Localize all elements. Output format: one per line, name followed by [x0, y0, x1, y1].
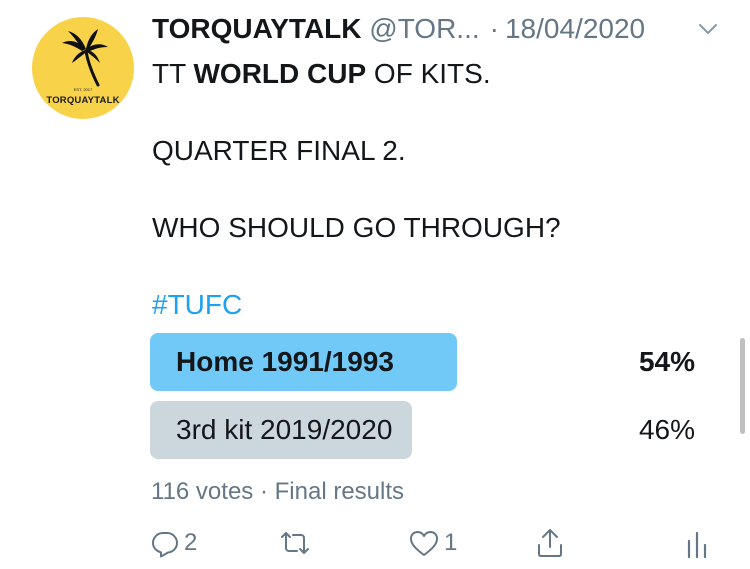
tweet-line-2: QUARTER FINAL 2.	[152, 135, 406, 166]
reply-button[interactable]: 2	[150, 523, 197, 563]
tweet-line-3: WHO SHOULD GO THROUGH?	[152, 212, 561, 243]
retweet-button[interactable]	[278, 523, 316, 563]
poll-votes: 116 votes	[151, 478, 254, 505]
avatar-name-label: TORQUAYTALK	[46, 95, 120, 106]
hashtag-link[interactable]: #TUFC	[152, 286, 561, 325]
tweet-header: TORQUAYTALK @TOR... · 18/04/2020	[152, 12, 645, 46]
poll-option: Home 1991/1993 54%	[150, 333, 695, 391]
analytics-button[interactable]	[685, 523, 709, 563]
tweet-line-1-suffix: OF KITS.	[366, 58, 491, 89]
like-icon	[408, 528, 440, 558]
poll-option: 3rd kit 2019/2020 46%	[150, 401, 695, 459]
poll-meta: 116 votes · Final results	[151, 478, 404, 506]
tweet-line-1: TT WORLD CUP OF KITS.	[152, 55, 561, 94]
reply-icon	[150, 528, 180, 558]
poll-meta-separator: ·	[259, 478, 268, 505]
scrollbar[interactable]	[740, 338, 745, 434]
poll-option-percent: 46%	[638, 414, 695, 445]
tweet-text: TT WORLD CUP OF KITS. QUARTER FINAL 2. W…	[152, 55, 561, 325]
author-handle[interactable]: @TOR...	[369, 13, 479, 44]
like-count: 1	[444, 529, 458, 556]
chevron-down-icon[interactable]	[698, 22, 718, 36]
poll: Home 1991/1993 54% 3rd kit 2019/2020 46%	[150, 333, 695, 469]
like-button[interactable]: 1	[408, 523, 457, 563]
author-name[interactable]: TORQUAYTALK	[152, 13, 362, 44]
retweet-icon	[278, 528, 312, 558]
header-separator: ·	[489, 13, 499, 44]
poll-status: Final results	[274, 478, 405, 505]
avatar[interactable]: EST. 2017 TORQUAYTALK	[32, 17, 134, 119]
share-button[interactable]	[535, 523, 565, 563]
tweet-line-1-bold: WORLD CUP	[193, 58, 367, 89]
reply-count: 2	[184, 529, 198, 556]
poll-option-percent: 54%	[638, 346, 695, 377]
analytics-icon	[685, 527, 709, 559]
poll-option-label: 3rd kit 2019/2020	[176, 414, 393, 445]
poll-option-label: Home 1991/1993	[176, 346, 394, 377]
tweet-date[interactable]: 18/04/2020	[505, 13, 645, 44]
avatar-est-label: EST. 2017	[73, 87, 93, 92]
share-icon	[535, 527, 565, 559]
tweet-line-1-prefix: TT	[152, 58, 194, 89]
tweet-actions: 2 1	[150, 523, 720, 563]
